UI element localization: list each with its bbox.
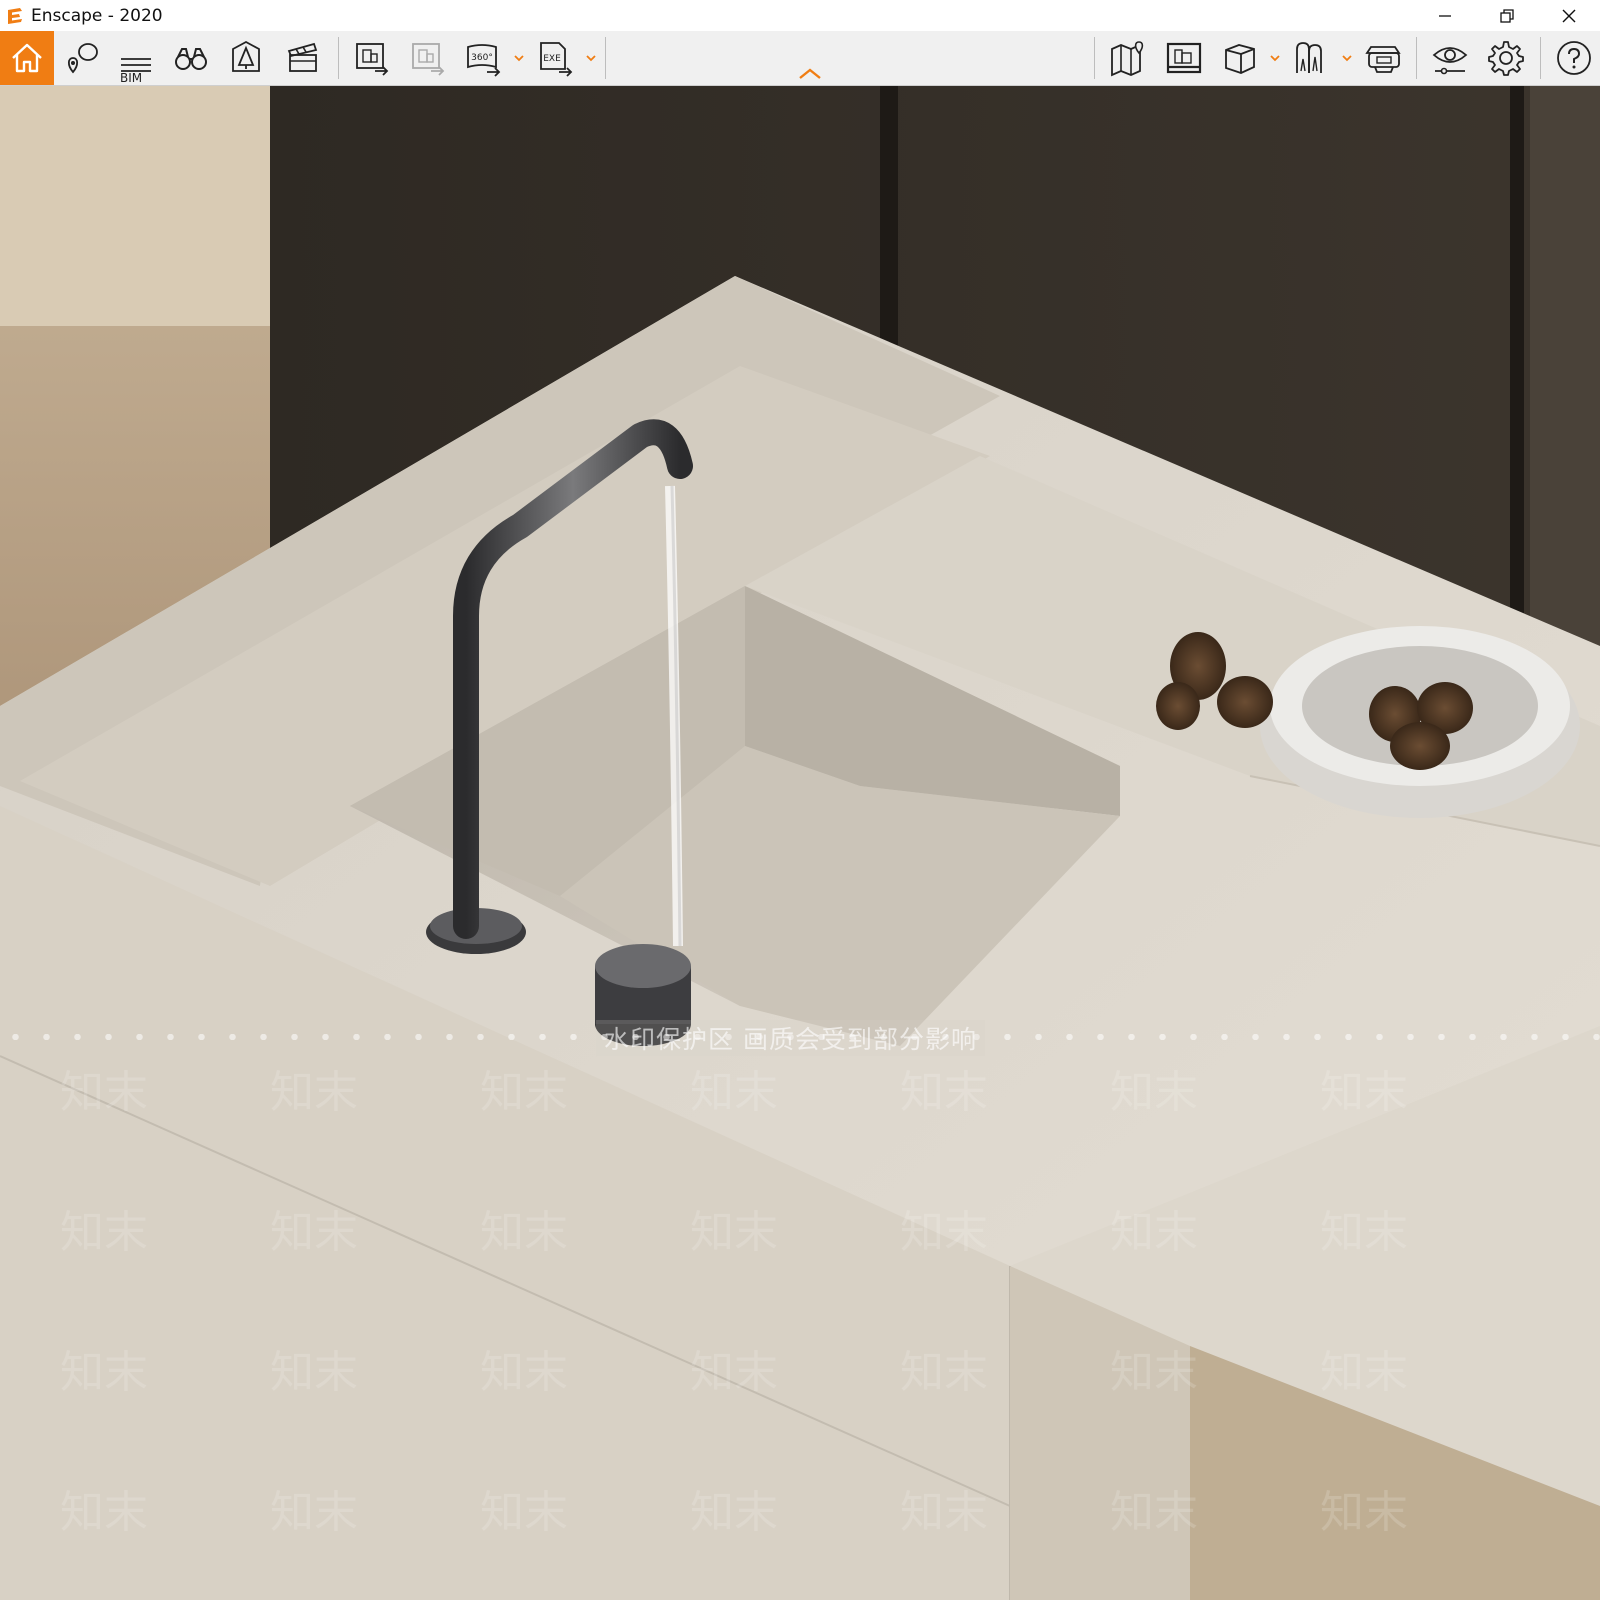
enscape-window: Enscape - 2020 BIM 360° EXE 水印保护区 画质会受到部…: [0, 0, 1600, 1600]
panorama-button[interactable]: 360°: [460, 34, 508, 82]
map-button[interactable]: [1104, 34, 1152, 82]
visual-settings-icon: [1432, 47, 1468, 75]
toolbar-separator: [338, 37, 339, 79]
gear-icon: [1488, 41, 1524, 76]
help-icon: [1557, 41, 1591, 75]
batch-render-button[interactable]: [404, 34, 452, 82]
close-icon: [1562, 9, 1576, 22]
watermark-banner: 水印保护区 画质会受到部分影响: [0, 1016, 1600, 1056]
panorama-label: 360°: [471, 53, 493, 63]
exe-export-icon: EXE: [540, 42, 573, 77]
close-button[interactable]: [1538, 0, 1600, 31]
asset-library-icon: [1166, 42, 1202, 74]
toolbar-separator: [1540, 37, 1541, 79]
video-clapper-icon: [287, 42, 318, 72]
walk-mode-button[interactable]: [167, 34, 215, 82]
toolbar-separator: [1094, 37, 1095, 79]
enscape-logo-icon: [8, 7, 22, 24]
watermark-text: 水印保护区 画质会受到部分影响: [596, 1020, 985, 1056]
minimize-button[interactable]: [1414, 0, 1476, 31]
bim-label: BIM: [120, 71, 143, 85]
title-bar: Enscape - 2020: [0, 0, 1600, 31]
light-view-icon: [232, 40, 260, 72]
collapse-toolbar-icon[interactable]: [797, 67, 823, 81]
asset-library-button[interactable]: [1160, 34, 1208, 82]
exe-label: EXE: [543, 54, 561, 64]
light-view-button[interactable]: [222, 34, 270, 82]
toolbar-separator: [1416, 37, 1417, 79]
settings-button[interactable]: [1482, 34, 1530, 82]
visual-settings-button[interactable]: [1426, 34, 1474, 82]
video-editor-button[interactable]: [279, 34, 327, 82]
window-title: Enscape - 2020: [31, 5, 163, 26]
chevron-down-icon[interactable]: [512, 51, 526, 65]
location-pin-icon: [67, 43, 98, 74]
toolbar-separator: [605, 37, 606, 79]
vr-headset-button[interactable]: [1360, 34, 1408, 82]
sync-views-button[interactable]: [1288, 34, 1336, 82]
map-icon: [1111, 41, 1144, 77]
home-icon: [12, 43, 42, 73]
vr-headset-icon: [1365, 46, 1401, 73]
box-view-button[interactable]: [1216, 34, 1264, 82]
box-view-icon: [1225, 44, 1255, 74]
help-button[interactable]: [1550, 34, 1598, 82]
batch-render-icon: [412, 43, 445, 76]
window-controls: [1414, 0, 1600, 31]
restore-button[interactable]: [1476, 0, 1538, 31]
sync-views-icon: [1296, 42, 1322, 73]
chevron-down-icon[interactable]: [1268, 51, 1282, 65]
restore-icon: [1500, 8, 1514, 23]
panorama-360-icon: 360°: [467, 44, 501, 77]
exe-export-button[interactable]: EXE: [532, 34, 580, 82]
export-image-icon: [356, 43, 389, 76]
home-button[interactable]: [0, 31, 54, 85]
views-button[interactable]: [58, 34, 106, 82]
minimize-icon: [1439, 14, 1451, 17]
render-viewport[interactable]: 水印保护区 画质会受到部分影响 知末 知末 知末 知末 知末 知末 知末 知末 …: [0, 86, 1600, 1600]
export-image-button[interactable]: [348, 34, 396, 82]
kitchen-sink-render: [0, 86, 1600, 1600]
chevron-down-icon[interactable]: [1340, 51, 1354, 65]
toolbar: BIM 360° EXE: [0, 31, 1600, 86]
binoculars-icon: [175, 48, 207, 70]
chevron-down-icon[interactable]: [584, 51, 598, 65]
